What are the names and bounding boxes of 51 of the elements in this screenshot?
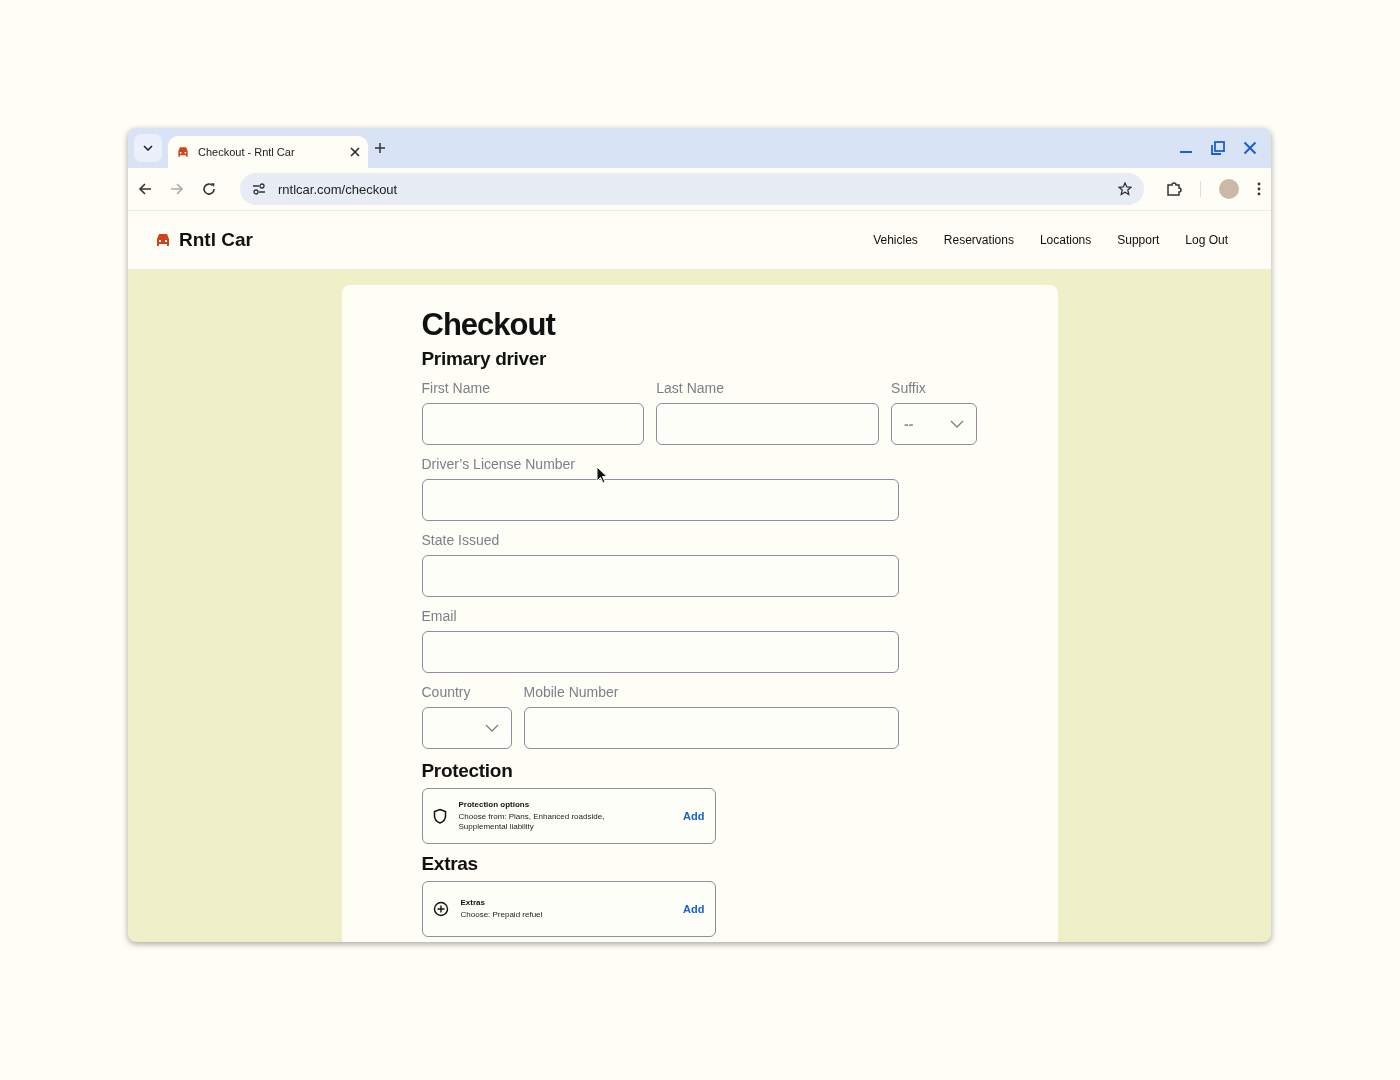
- add-link[interactable]: Add: [683, 903, 705, 915]
- reload-icon[interactable]: [202, 182, 216, 196]
- new-tab-icon[interactable]: [374, 142, 386, 154]
- shield-icon: [432, 808, 447, 824]
- field-label: Last Name: [656, 379, 724, 397]
- tab-list-button[interactable]: [134, 134, 162, 162]
- text-field[interactable]: [421, 631, 899, 673]
- more-menu-icon[interactable]: [1257, 182, 1261, 196]
- text-field[interactable]: [656, 403, 880, 445]
- plus-circle-icon: [432, 901, 449, 917]
- nav-link[interactable]: Support: [1104, 229, 1173, 251]
- field-label: First Name: [421, 379, 490, 397]
- restore-icon[interactable]: [1211, 141, 1225, 155]
- text-field[interactable]: [421, 555, 899, 597]
- section-heading: Protection: [421, 759, 514, 783]
- section-heading: Primary driver: [421, 347, 548, 371]
- field-label: Mobile Number: [523, 683, 619, 701]
- star-icon[interactable]: [1118, 182, 1132, 196]
- chevron-down-icon: [950, 420, 965, 428]
- back-icon[interactable]: [138, 182, 152, 196]
- section-heading: Extras: [421, 852, 479, 876]
- field-label: State Issued: [421, 531, 500, 549]
- puzzle-icon[interactable]: [1166, 181, 1182, 197]
- option-title: Protection options: [458, 800, 531, 809]
- close-icon[interactable]: [350, 147, 360, 157]
- nav-link[interactable]: Reservations: [930, 229, 1027, 251]
- mouse-pointer-icon: [596, 466, 608, 484]
- browser-tab[interactable]: Checkout - Rntl Car: [168, 136, 368, 168]
- text-field[interactable]: [421, 403, 645, 445]
- text-field[interactable]: [421, 479, 899, 521]
- field-label: Country: [421, 683, 471, 701]
- select-field[interactable]: [421, 707, 512, 749]
- address-bar[interactable]: rntlcar.com/checkout: [240, 173, 1144, 205]
- option-title: Extras: [460, 898, 486, 907]
- nav-link[interactable]: Log Out: [1172, 229, 1241, 251]
- add-link[interactable]: Add: [683, 810, 705, 822]
- chevron-down-icon: [484, 724, 499, 732]
- page-title: Checkout: [421, 307, 557, 343]
- nav-link[interactable]: Vehicles: [860, 229, 931, 251]
- field-label: Suffix: [891, 379, 926, 397]
- option-description: Choose: Prepaid refuel: [460, 910, 544, 920]
- option-description: Choose from: Plans, Enhanced roadside, Supplemental liability: [458, 812, 606, 832]
- field-label: Email: [421, 607, 457, 625]
- site-settings-icon[interactable]: [252, 183, 266, 195]
- brand-name[interactable]: Rntl Car: [179, 229, 253, 251]
- car-favicon-icon: [176, 145, 190, 159]
- chevron-down-icon: [143, 145, 153, 151]
- nav-link[interactable]: Locations: [1026, 229, 1105, 251]
- text-field[interactable]: [523, 707, 899, 749]
- field-label: Driver’s License Number: [421, 455, 576, 473]
- car-logo-icon: [154, 231, 172, 249]
